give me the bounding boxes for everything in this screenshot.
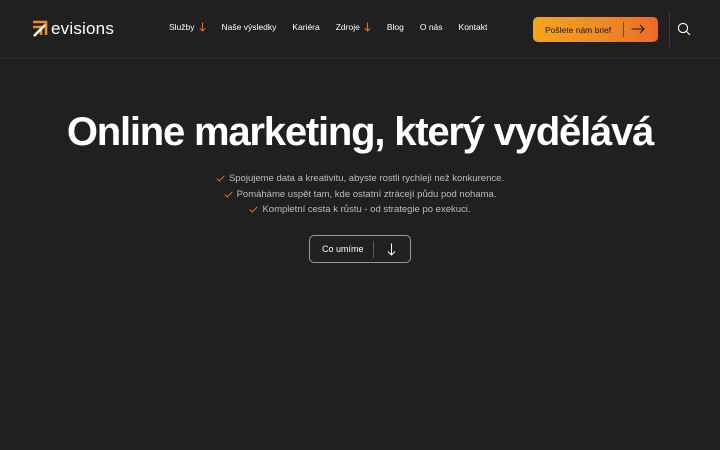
nav-item-nase-vysledky[interactable]: Naše výsledky <box>222 22 277 32</box>
arrow-down-icon <box>387 243 396 256</box>
hero-bullets: Spojujeme data a kreativitu, abyste rost… <box>0 171 720 218</box>
logo-text: evisions <box>51 19 115 38</box>
send-brief-label: Pošlete nám brief <box>545 24 612 35</box>
what-we-do-button[interactable]: Co umíme <box>309 235 411 263</box>
check-icon <box>216 175 225 182</box>
nav-item-kontakt[interactable]: Kontakt <box>459 22 488 32</box>
logo[interactable]: evisions <box>32 20 114 38</box>
nav-item-label: Služby <box>169 22 195 32</box>
arrow-down-icon <box>364 22 371 32</box>
search-icon[interactable] <box>677 22 691 36</box>
cta-divider <box>623 22 624 37</box>
hero-title: Online marketing, který vydělává <box>66 110 655 154</box>
nav-item-sluzby[interactable]: Služby <box>169 22 206 32</box>
button-divider <box>373 241 374 258</box>
nav-item-label: Naše výsledky <box>221 22 277 32</box>
bullet-text: Kompletní cesta k růstu - od strategie p… <box>262 204 471 216</box>
nav-item-label: O nás <box>419 22 443 32</box>
arrow-right-icon <box>631 24 645 34</box>
bullet-text: Spojujeme data a kreativitu, abyste rost… <box>228 173 505 185</box>
check-icon <box>249 206 259 213</box>
arrow-down-icon <box>198 22 206 32</box>
logo-mark-icon <box>33 20 48 37</box>
what-we-do-label: Co umíme <box>322 244 364 254</box>
header-divider <box>669 12 670 47</box>
send-brief-button[interactable]: Pošlete nám brief <box>533 17 658 42</box>
nav-item-label: Kontakt <box>458 22 488 32</box>
check-icon <box>223 191 233 198</box>
nav-item-label: Zdroje <box>335 22 360 32</box>
nav-item-zdroje[interactable]: Zdroje <box>336 22 371 32</box>
site-header: evisions Služby Naše výsledky Kariéra Zd… <box>0 0 720 59</box>
nav-item-label: Blog <box>386 22 404 32</box>
nav-item-kariera[interactable]: Kariéra <box>292 22 319 32</box>
nav-item-blog[interactable]: Blog <box>387 22 404 32</box>
nav-item-label: Kariéra <box>292 22 320 32</box>
bullet-text: Pomáháme uspět tam, kde ostatní ztrácejí… <box>236 188 497 200</box>
nav-item-o-nas[interactable]: O nás <box>420 22 443 32</box>
list-item: Spojujeme data a kreativitu, abyste rost… <box>216 171 504 187</box>
list-item: Kompletní cesta k růstu - od strategie p… <box>249 202 471 218</box>
main-nav: Služby Naše výsledky Kariéra Zdroje Blog… <box>169 22 487 32</box>
list-item: Pomáháme uspět tam, kde ostatní ztrácejí… <box>223 187 497 203</box>
